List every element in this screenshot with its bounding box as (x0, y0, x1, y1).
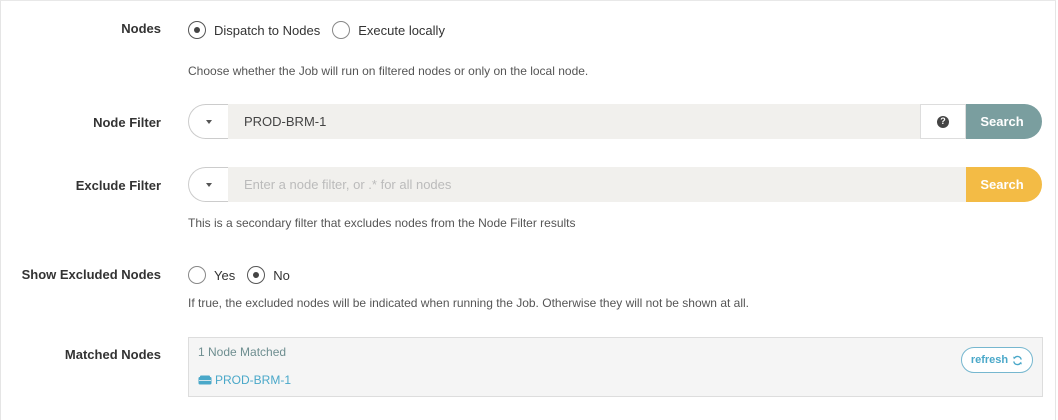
execute-locally-label[interactable]: Execute locally (358, 23, 445, 38)
show-excluded-no-label[interactable]: No (273, 268, 290, 283)
node-filter-dropdown-button[interactable] (188, 104, 228, 139)
show-excluded-radio-group: Yes No (188, 266, 302, 284)
show-excluded-label: Show Excluded Nodes (21, 267, 161, 282)
caret-down-icon (205, 182, 212, 187)
node-filter-group: ? Search (188, 104, 1042, 139)
matched-nodes-label: Matched Nodes (64, 347, 161, 362)
dispatch-to-nodes-label[interactable]: Dispatch to Nodes (214, 23, 320, 38)
matched-nodes-panel: 1 Node Matched PROD-BRM-1 refresh (188, 337, 1043, 397)
question-circle-icon: ? (937, 115, 949, 128)
node-filter-help-button[interactable]: ? (920, 104, 966, 139)
exclude-filter-search-button[interactable]: Search (966, 167, 1042, 202)
nodes-label: Nodes (121, 21, 161, 36)
matched-node-item[interactable]: PROD-BRM-1 (198, 373, 291, 387)
matched-count-text: 1 Node Matched (198, 345, 287, 359)
exclude-filter-label: Exclude Filter (75, 178, 161, 193)
server-icon (198, 375, 212, 385)
matched-node-name[interactable]: PROD-BRM-1 (215, 373, 291, 387)
caret-down-icon (205, 119, 212, 124)
exclude-filter-dropdown-button[interactable] (188, 167, 228, 202)
refresh-icon (1013, 355, 1023, 365)
nodes-radio-group: Dispatch to Nodes Execute locally (188, 21, 457, 39)
dispatch-to-nodes-radio[interactable] (188, 21, 206, 39)
refresh-button-label: refresh (970, 354, 1009, 366)
show-excluded-yes-label[interactable]: Yes (214, 268, 235, 283)
exclude-filter-help-text: This is a secondary filter that excludes… (188, 216, 576, 230)
exclude-filter-input[interactable] (228, 167, 966, 202)
node-filter-search-button[interactable]: Search (966, 104, 1042, 139)
exclude-filter-group: Search (188, 167, 1042, 202)
show-excluded-yes-radio[interactable] (188, 266, 206, 284)
node-filter-input[interactable] (228, 104, 920, 139)
node-filter-label: Node Filter (93, 115, 161, 130)
nodes-help-text: Choose whether the Job will run on filte… (188, 64, 589, 78)
refresh-button[interactable]: refresh (961, 347, 1033, 373)
execute-locally-radio[interactable] (332, 21, 351, 39)
show-excluded-no-radio[interactable] (247, 266, 266, 284)
show-excluded-help-text: If true, the excluded nodes will be indi… (188, 296, 749, 310)
